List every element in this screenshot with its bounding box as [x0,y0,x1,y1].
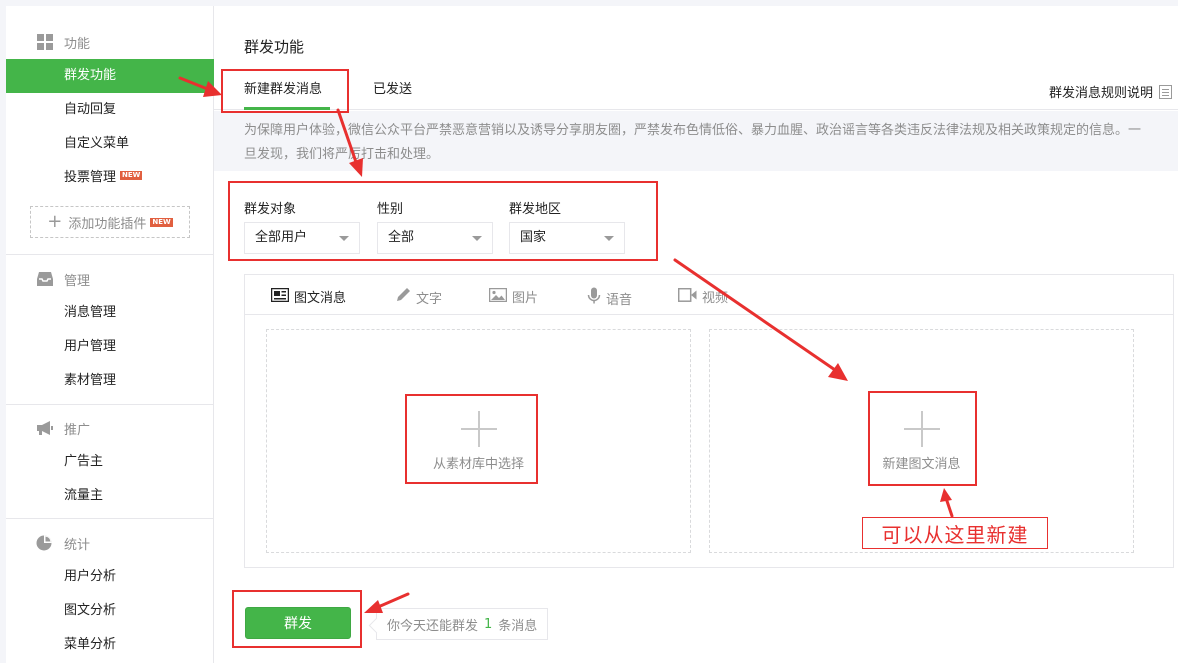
sidebar-item-vote[interactable]: 投票管理 NEW [6,161,214,195]
gender-label: 性别 [377,202,404,217]
sidebar-item-messages[interactable]: 消息管理 [6,296,214,330]
editor-tab-label: 视频 [702,291,729,306]
target-label: 群发对象 [244,202,297,217]
tab-label: 已发送 [373,82,413,97]
main-panel: 群发功能 新建群发消息 已发送 群发消息规则说明 为保障用户体验，微信公众平台严… [214,6,1178,663]
section-title: 管理 [64,273,91,289]
sidebar-item-custom-menu[interactable]: 自定义菜单 [6,127,214,161]
select-value: 全部用户 [255,230,308,245]
add-plugin-button[interactable]: + 添加功能插件 NEW [30,206,190,238]
gender-select[interactable]: 全部 [377,222,493,254]
page: 功能 群发功能 自动回复 自定义菜单 投票管理 NEW + 添加功能插件 NEW … [0,0,1178,663]
pie-chart-icon [36,535,54,551]
editor-tab-video[interactable]: 视频 [677,287,729,306]
editor-tab-article[interactable]: 图文消息 [270,287,347,306]
sidebar-item-label: 消息管理 [64,305,117,320]
notice-text: 为保障用户体验，微信公众平台严禁恶意营销以及诱导分享朋友圈，严禁发布色情低俗、暴… [214,111,1178,171]
add-plugin-label: 添加功能插件 [68,216,147,232]
sidebar-item-mass-send[interactable]: 群发功能 [6,59,214,93]
sidebar-item-menu-analysis[interactable]: 菜单分析 [6,628,214,662]
pen-icon [395,287,411,307]
quota-prefix: 你今天还能群发 [387,618,479,634]
tab-new-mass-message[interactable]: 新建群发消息 [244,78,330,110]
sidebar-item-label: 图文分析 [64,603,117,618]
editor-tab-voice[interactable]: 语音 [587,287,632,309]
quota-tooltip: 你今天还能群发 1 条消息 [376,608,549,640]
new-badge: NEW [150,217,173,227]
plus-icon [903,410,940,447]
quota-suffix: 条消息 [498,618,538,634]
select-from-library-label: 从素材库中选择 [432,456,524,472]
sidebar-item-article-analysis[interactable]: 图文分析 [6,594,214,628]
chevron-down-icon [604,236,614,241]
editor-tab-label: 语音 [606,292,633,308]
sidebar-item-label: 用户分析 [64,569,117,584]
select-value: 全部 [388,230,415,245]
sidebar-item-label: 流量主 [64,488,104,503]
sidebar-item-materials[interactable]: 素材管理 [6,364,214,398]
target-select[interactable]: 全部用户 [244,222,360,254]
grid-icon [36,34,54,50]
editor-tab-text[interactable]: 文字 [395,287,442,307]
quota-count: 1 [484,616,493,632]
annotation-note: 可以从这里新建 [862,517,1048,549]
inbox-icon [36,271,54,287]
sidebar-item-user-analysis[interactable]: 用户分析 [6,560,214,594]
page-title: 群发功能 [244,38,305,56]
tab-bar: 新建群发消息 已发送 群发消息规则说明 [214,68,1178,110]
image-icon [488,287,508,306]
editor-tab-image[interactable]: 图片 [488,287,539,306]
select-from-library-area[interactable]: 从素材库中选择 [266,329,691,553]
tab-sent[interactable]: 已发送 [373,78,412,110]
divider [6,254,214,255]
section-header-promote: 推广 [36,418,90,438]
select-value: 国家 [520,230,547,245]
plus-icon: + [47,211,63,232]
section-header-stats: 统计 [36,533,90,553]
rules-link[interactable]: 群发消息规则说明 [1049,82,1172,101]
article-icon [270,287,290,306]
sidebar-item-label: 菜单分析 [64,637,117,652]
new-badge: NEW [120,171,143,180]
sidebar-item-users[interactable]: 用户管理 [6,330,214,364]
sidebar-item-label: 素材管理 [64,373,117,388]
sidebar-item-label: 群发功能 [64,68,117,83]
chevron-down-icon [472,236,482,241]
megaphone-icon [36,420,54,436]
editor-tab-bar: 图文消息 文字 图片 语音 视频 [245,275,1173,315]
microphone-icon [587,287,601,309]
video-icon [677,287,697,306]
editor-tab-label: 图片 [512,291,539,306]
region-select[interactable]: 国家 [509,222,625,254]
chevron-down-icon [339,236,349,241]
section-title: 功能 [64,36,91,52]
divider [6,404,214,405]
region-label: 群发地区 [509,202,562,217]
section-title: 推广 [64,422,91,438]
sidebar-item-label: 投票管理 [64,170,117,185]
sidebar-item-auto-reply[interactable]: 自动回复 [6,93,214,127]
plus-icon [460,410,497,447]
sidebar-item-label: 自动回复 [64,102,117,117]
divider [6,518,214,519]
rules-link-label: 群发消息规则说明 [1048,86,1153,101]
section-header-features: 功能 [36,32,90,52]
tab-label: 新建群发消息 [244,82,323,97]
section-title: 统计 [64,537,91,553]
sidebar-item-label: 自定义菜单 [64,136,130,151]
section-header-manage: 管理 [36,269,90,289]
create-article-label: 新建图文消息 [882,456,961,472]
sidebar: 功能 群发功能 自动回复 自定义菜单 投票管理 NEW + 添加功能插件 NEW … [6,6,214,663]
editor-tab-label: 图文消息 [294,291,347,306]
document-icon [1159,84,1172,99]
editor-tab-label: 文字 [416,291,443,307]
sidebar-item-label: 广告主 [64,454,104,469]
sidebar-item-advertiser[interactable]: 广告主 [6,445,214,479]
sidebar-item-label: 用户管理 [64,339,117,354]
sidebar-item-publisher[interactable]: 流量主 [6,479,214,513]
mass-send-button[interactable]: 群发 [245,607,351,639]
